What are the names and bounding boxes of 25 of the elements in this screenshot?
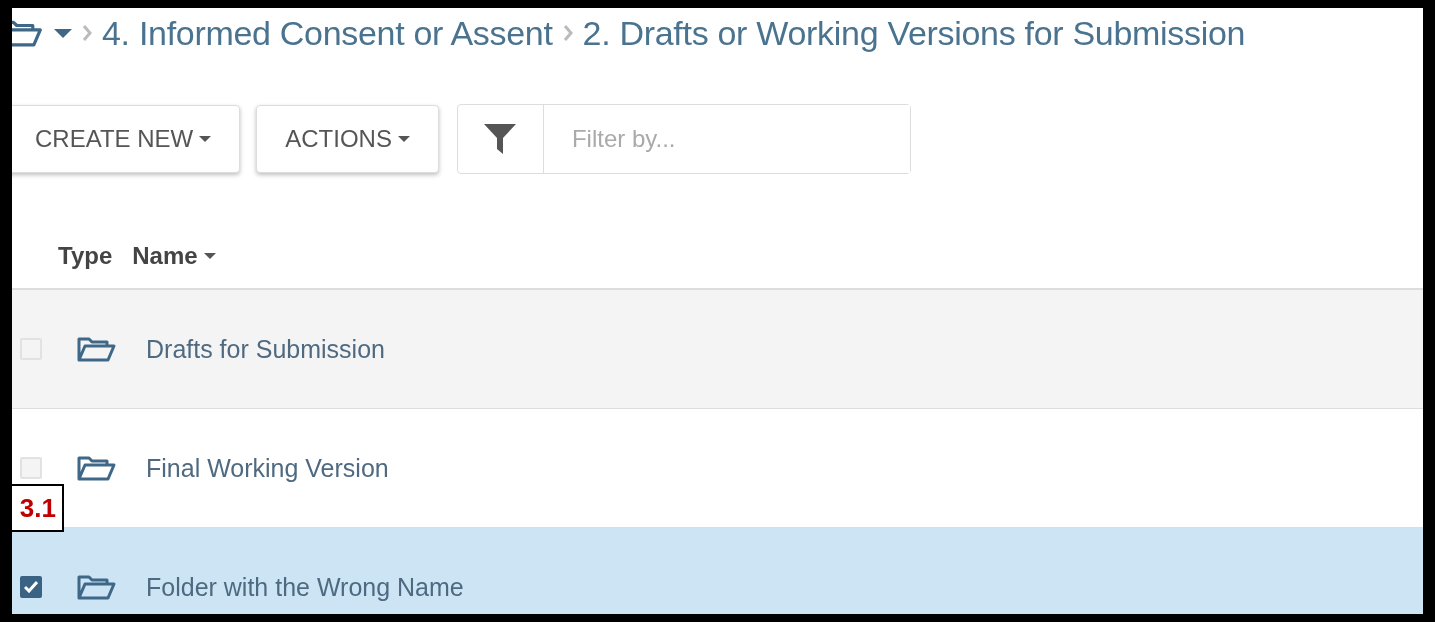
folder-name: Folder with the Wrong Name — [146, 572, 464, 602]
table-row[interactable]: Folder with the Wrong Name — [12, 528, 1423, 614]
breadcrumb-link[interactable]: 2. Drafts or Working Versions for Submission — [582, 13, 1246, 53]
column-header[interactable]: Type — [58, 241, 113, 270]
check-icon — [24, 581, 38, 593]
dropdown-button[interactable]: CREATE NEW — [12, 105, 241, 173]
dropdown-button[interactable]: ACTIONS — [256, 105, 439, 173]
folder-name: Final Working Version — [146, 453, 389, 483]
caret-icon — [397, 136, 410, 142]
column-header[interactable]: Name — [132, 241, 216, 270]
chevron-icon — [82, 24, 92, 42]
folder-icon — [76, 335, 116, 363]
filter-field[interactable]: Filter by... — [456, 104, 911, 174]
table-row[interactable]: Drafts for Submission — [12, 290, 1423, 409]
folder-icon — [76, 573, 116, 601]
checkbox[interactable] — [20, 576, 42, 598]
callout-label: 3.1 — [12, 484, 64, 532]
chevron-icon — [562, 24, 573, 42]
caret-icon — [54, 28, 72, 38]
caret-icon — [199, 136, 212, 142]
filter-icon — [483, 122, 518, 156]
folder-icon — [76, 454, 116, 482]
breadcrumb-link[interactable]: 4. Informed Consent or Assent — [102, 13, 553, 53]
folder-name: Drafts for Submission — [146, 334, 385, 364]
caret-icon — [203, 252, 216, 259]
